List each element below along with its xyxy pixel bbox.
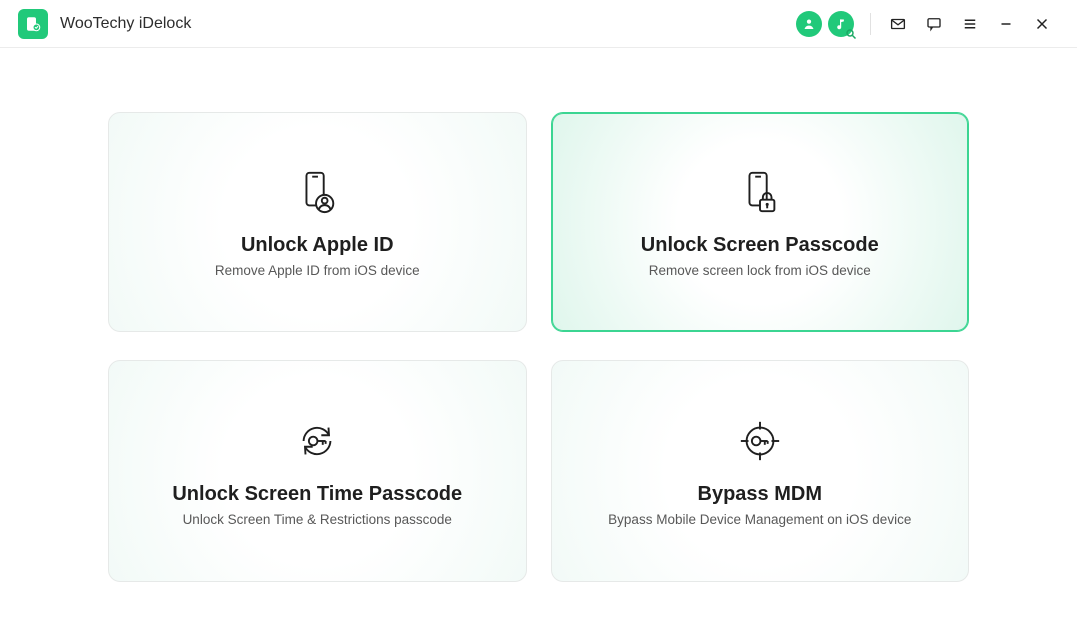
music-search-icon[interactable] xyxy=(828,11,854,37)
card-title: Bypass MDM xyxy=(698,483,822,506)
card-title: Unlock Screen Time Passcode xyxy=(172,483,462,506)
feedback-icon[interactable] xyxy=(919,9,949,39)
mail-icon[interactable] xyxy=(883,9,913,39)
main-grid: Unlock Apple ID Remove Apple ID from iOS… xyxy=(0,48,1077,582)
key-target-icon xyxy=(737,415,783,467)
card-title: Unlock Screen Passcode xyxy=(641,234,879,257)
app-title: WooTechy iDelock xyxy=(60,15,191,33)
titlebar: WooTechy iDelock xyxy=(0,0,1077,48)
card-title: Unlock Apple ID xyxy=(241,234,394,257)
titlebar-divider xyxy=(870,13,871,35)
minimize-button[interactable] xyxy=(991,9,1021,39)
close-button[interactable] xyxy=(1027,9,1057,39)
card-subtitle: Unlock Screen Time & Restrictions passco… xyxy=(183,512,452,527)
card-unlock-screen-time[interactable]: Unlock Screen Time Passcode Unlock Scree… xyxy=(108,360,527,582)
card-unlock-screen-passcode[interactable]: Unlock Screen Passcode Remove screen loc… xyxy=(551,112,970,332)
card-bypass-mdm[interactable]: Bypass MDM Bypass Mobile Device Manageme… xyxy=(551,360,970,582)
card-unlock-apple-id[interactable]: Unlock Apple ID Remove Apple ID from iOS… xyxy=(108,112,527,332)
card-subtitle: Remove screen lock from iOS device xyxy=(649,263,871,278)
app-logo-icon xyxy=(18,9,48,39)
card-subtitle: Bypass Mobile Device Management on iOS d… xyxy=(608,512,911,527)
account-icon[interactable] xyxy=(796,11,822,37)
key-refresh-icon xyxy=(294,415,340,467)
phone-user-icon xyxy=(294,166,340,218)
menu-icon[interactable] xyxy=(955,9,985,39)
phone-lock-icon xyxy=(737,166,783,218)
card-subtitle: Remove Apple ID from iOS device xyxy=(215,263,420,278)
